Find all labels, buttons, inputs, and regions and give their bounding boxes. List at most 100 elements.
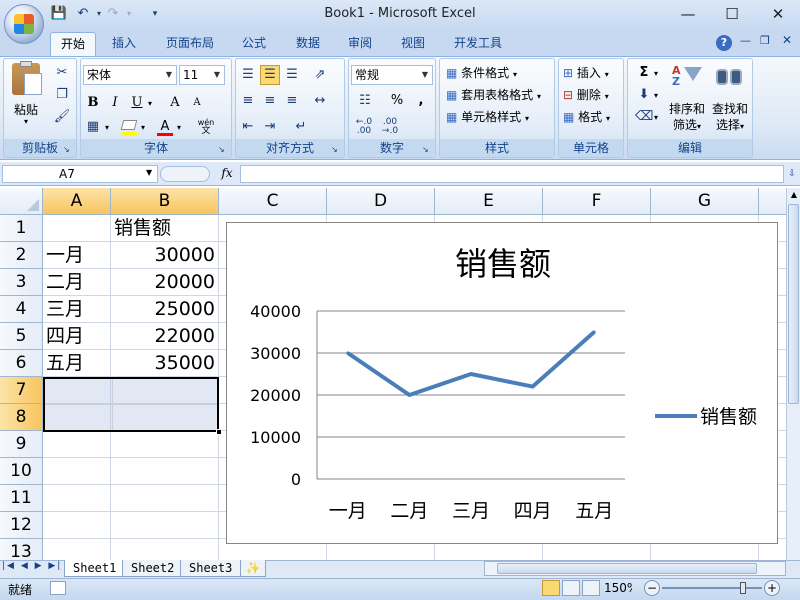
percent-button[interactable]: % [387,91,407,111]
fill-color-icon[interactable] [119,117,139,137]
tab-home[interactable]: 开始 [50,32,97,56]
ribbon-minimize-icon[interactable]: — [740,34,751,47]
format-as-table-button[interactable]: ▦ 套用表格格式 ▾ [446,85,541,105]
help-icon[interactable]: ? [716,35,732,51]
row-header-11[interactable]: 11 [0,485,43,512]
underline-button[interactable]: U [127,93,147,113]
row-header-13[interactable]: 13 [0,539,43,560]
cell-b4[interactable]: 25000 [111,296,219,323]
insert-function-button[interactable]: fx [216,165,238,183]
fill-color-dropdown-icon[interactable]: ▾ [141,123,145,132]
macro-record-icon[interactable] [50,581,66,595]
cell-a2[interactable]: 一月 [43,242,111,269]
horizontal-scroll-thumb[interactable] [497,563,757,574]
save-icon[interactable]: 💾 [50,6,68,22]
borders-icon[interactable]: ▦ [83,117,103,137]
wrap-text-icon[interactable]: ↵ [286,117,316,137]
formula-bar-splitter[interactable] [160,166,210,182]
name-box[interactable]: A7 [2,165,158,183]
clipboard-dialog-launcher-icon[interactable]: ↘ [63,145,73,155]
tab-page-layout[interactable]: 页面布局 [156,32,224,56]
cell-b3[interactable]: 20000 [111,269,219,296]
find-select-icon[interactable] [714,63,746,95]
number-format-select[interactable]: 常规 ▼ [351,65,433,85]
format-painter-icon[interactable]: 🖌 [52,107,72,127]
insert-sheet-icon[interactable]: ✨ [240,560,266,577]
name-box-dropdown-icon[interactable]: ▼ [146,168,152,177]
page-break-view-icon[interactable] [582,580,600,596]
row-header-9[interactable]: 9 [0,431,43,458]
zoom-slider[interactable] [662,587,762,589]
align-center-icon[interactable]: ≡ [260,91,280,111]
decrease-indent-icon[interactable]: ⇤ [238,117,258,137]
ribbon-restore-icon[interactable]: ❐ [760,34,770,47]
office-button[interactable] [4,4,44,44]
formula-input[interactable] [240,165,784,183]
bold-button[interactable]: B [83,93,103,113]
align-left-icon[interactable]: ≡ [238,91,258,111]
column-header-e[interactable]: E [435,188,543,215]
align-middle-icon[interactable]: ☰ [260,65,280,85]
sheet-nav-icons[interactable]: |◀ ◀ ▶ ▶| [2,561,62,571]
align-top-icon[interactable]: ☰ [238,65,258,85]
tab-insert[interactable]: 插入 [102,32,146,56]
row-header-7[interactable]: 7 [0,377,43,404]
line-chart[interactable]: 销售额 0 10000 20000 30000 40000 一月 二月 三月 四月 五月 销售额 [226,222,778,544]
comma-button[interactable]: , [411,91,431,111]
phonetic-guide-icon[interactable]: wén 文 [191,117,221,137]
tab-review[interactable]: 审阅 [338,32,382,56]
row-header-3[interactable]: 3 [0,269,43,296]
column-header-a[interactable]: A [43,188,111,215]
decrease-decimal-icon[interactable]: .00 →.0 [379,117,401,137]
customize-qat-icon[interactable]: ▾ [146,6,164,22]
zoom-slider-thumb[interactable] [740,582,746,594]
clear-icon[interactable]: ⌫ [634,107,654,127]
vertical-scrollbar[interactable]: ▲ [786,188,800,560]
cut-icon[interactable]: ✂ [52,63,72,83]
sort-filter-icon[interactable]: AZ [670,63,704,95]
insert-cells-button[interactable]: ⊞ 插入 ▾ [563,63,609,83]
column-header-f[interactable]: F [543,188,651,215]
redo-dropdown-icon[interactable]: ▾ [120,6,138,22]
fill-handle[interactable] [216,429,222,435]
column-header-b[interactable]: B [111,188,219,215]
font-color-dropdown-icon[interactable]: ▾ [177,123,181,132]
cell-b2[interactable]: 30000 [111,242,219,269]
minimize-button[interactable]: — [668,0,708,28]
copy-icon[interactable]: ❐ [52,85,72,105]
paste-button[interactable]: 粘贴 [14,101,38,118]
workbook-close-icon[interactable]: ✕ [782,33,792,47]
cell-a5[interactable]: 四月 [43,323,111,350]
cell-styles-button[interactable]: ▦ 单元格样式 ▾ [446,107,529,127]
orientation-icon[interactable]: ⇗ [310,65,330,85]
sheet-tab-sheet3[interactable]: Sheet3 [180,560,242,577]
cell-b5[interactable]: 22000 [111,323,219,350]
zoom-level[interactable]: 150% [604,581,632,595]
column-header-h[interactable] [759,188,786,215]
paste-dropdown-icon[interactable]: ▾ [24,117,28,126]
borders-dropdown-icon[interactable]: ▾ [105,123,109,132]
increase-indent-icon[interactable]: ⇥ [260,117,280,137]
row-header-10[interactable]: 10 [0,458,43,485]
cell-a4[interactable]: 三月 [43,296,111,323]
zoom-in-icon[interactable]: + [764,580,780,596]
close-button[interactable]: ✕ [758,0,798,28]
cell-selection[interactable] [43,377,219,432]
tab-developer[interactable]: 开发工具 [444,32,512,56]
paste-icon[interactable] [12,61,42,95]
font-name-select[interactable]: 宋体 ▼ [83,65,177,85]
vertical-scroll-thumb[interactable] [788,204,799,404]
align-bottom-icon[interactable]: ☰ [282,65,302,85]
column-header-g[interactable]: G [651,188,759,215]
delete-cells-button[interactable]: ⊟ 删除 ▾ [563,85,609,105]
align-right-icon[interactable]: ≡ [282,91,302,111]
tab-data[interactable]: 数据 [286,32,330,56]
grow-font-button[interactable]: A [165,93,185,113]
font-color-icon[interactable]: A [155,117,175,137]
cell-a6[interactable]: 五月 [43,350,111,377]
find-select-button[interactable]: 查找和 选择▾ [710,101,750,135]
horizontal-scrollbar[interactable] [484,561,786,576]
sheet-tab-sheet1[interactable]: Sheet1 [64,560,126,577]
underline-dropdown-icon[interactable]: ▾ [148,99,152,108]
font-dialog-launcher-icon[interactable]: ↘ [218,145,228,155]
